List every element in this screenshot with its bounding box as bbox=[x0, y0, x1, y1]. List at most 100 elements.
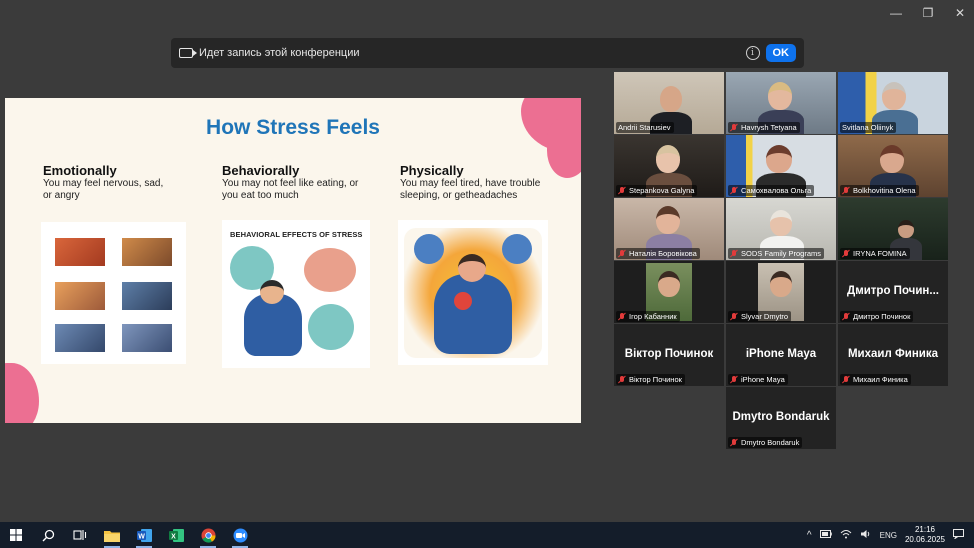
slide-title: How Stress Feels bbox=[206, 116, 380, 139]
participant-name-label: Dmytro Bondaruk bbox=[728, 437, 803, 448]
participant-name: Dmytro Bondaruk bbox=[741, 438, 800, 447]
muted-mic-icon bbox=[730, 123, 738, 132]
participant-name: Stepankova Galyna bbox=[629, 186, 695, 195]
participant-name-label: Slyvar Dmytro bbox=[728, 311, 792, 322]
participant-name: Самохвалова Ольга bbox=[741, 186, 812, 195]
task-view-icon[interactable] bbox=[64, 522, 96, 548]
info-icon[interactable]: i bbox=[745, 46, 760, 60]
illustration-frustrated bbox=[122, 238, 172, 266]
participant-name-label: Наталія Боровікова bbox=[616, 248, 700, 259]
column-emotionally: Emotionally You may feel nervous, sad, o… bbox=[43, 163, 213, 202]
participant-tile[interactable]: SODS Family Programs bbox=[726, 198, 836, 260]
participant-tile[interactable]: Михаил Финика Михаил Финика bbox=[838, 324, 948, 386]
shared-screen-slide: How Stress Feels Emotionally You may fee… bbox=[5, 98, 581, 423]
notifications-icon[interactable] bbox=[953, 529, 964, 541]
illustration-exhausted bbox=[122, 324, 172, 352]
participant-name: Дмитро Починок bbox=[853, 312, 911, 321]
battery-icon[interactable] bbox=[819, 530, 832, 540]
participant-face bbox=[898, 220, 914, 238]
ok-button[interactable]: OK bbox=[765, 44, 796, 62]
minimize-button[interactable]: — bbox=[890, 6, 902, 20]
show-hidden-icons-button[interactable]: ^ bbox=[807, 530, 812, 541]
emotional-illustrations bbox=[41, 222, 186, 364]
muted-mic-icon bbox=[730, 438, 738, 447]
participant-name: Ігор Кабанник bbox=[629, 312, 677, 321]
participant-face bbox=[770, 210, 792, 236]
svg-text:W: W bbox=[138, 533, 145, 540]
muted-mic-icon bbox=[730, 312, 738, 321]
file-explorer-icon[interactable] bbox=[96, 522, 128, 548]
close-button[interactable]: ✕ bbox=[954, 6, 966, 20]
participant-tile[interactable]: IRYNA FOMINA bbox=[838, 198, 948, 260]
recording-camera-icon bbox=[179, 48, 197, 58]
clock-date: 20.06.2025 bbox=[904, 535, 945, 544]
muted-mic-icon bbox=[842, 312, 850, 321]
participant-name-label: Самохвалова Ольга bbox=[728, 185, 815, 196]
language-indicator[interactable]: ENG bbox=[880, 531, 897, 540]
zoom-icon[interactable] bbox=[224, 522, 256, 548]
muted-mic-icon bbox=[842, 249, 850, 258]
illustration-heart bbox=[454, 292, 472, 310]
participant-tile-active-speaker[interactable]: Svitlana Oliinyk bbox=[838, 72, 948, 134]
search-icon[interactable] bbox=[32, 522, 64, 548]
participant-tile[interactable]: Дмитро Почин... Дмитро Починок bbox=[838, 261, 948, 323]
participant-face bbox=[656, 145, 680, 173]
participant-tile[interactable]: Наталія Боровікова bbox=[614, 198, 724, 260]
volume-icon[interactable] bbox=[860, 529, 872, 541]
wifi-icon[interactable] bbox=[840, 529, 852, 541]
participant-name-label: IRYNA FOMINA bbox=[840, 248, 910, 259]
column-heading: Emotionally bbox=[43, 163, 117, 178]
participant-face bbox=[880, 145, 904, 173]
excel-icon[interactable]: X bbox=[160, 522, 192, 548]
participant-display-name: Михаил Финика bbox=[847, 348, 939, 360]
physical-illustration bbox=[398, 220, 548, 365]
participant-tile[interactable]: Bolkhovitina Olena bbox=[838, 135, 948, 197]
participant-name-label: SODS Family Programs bbox=[728, 248, 825, 259]
clock[interactable]: 21:16 20.06.2025 bbox=[905, 525, 945, 545]
participant-tile[interactable]: Stepankova Galyna bbox=[614, 135, 724, 197]
behavioral-caption: BEHAVIORAL EFFECTS OF STRESS bbox=[230, 230, 363, 239]
participant-name: Andrii Starusiev bbox=[618, 123, 671, 132]
participant-face bbox=[770, 271, 792, 297]
chrome-icon[interactable] bbox=[192, 522, 224, 548]
illustration-angry bbox=[55, 238, 105, 266]
participant-tile[interactable]: Dmytro Bondaruk Dmytro Bondaruk bbox=[726, 387, 836, 449]
participant-name-label: Svitlana Oliinyk bbox=[840, 122, 897, 133]
participant-name: Havrysh Tetyana bbox=[741, 123, 797, 132]
participant-name: iPhone Maya bbox=[741, 375, 785, 384]
participant-name-label: iPhone Maya bbox=[728, 374, 788, 385]
participant-tile[interactable]: Slyvar Dmytro bbox=[726, 261, 836, 323]
participant-name: Михаил Финика bbox=[853, 375, 908, 384]
illustration-head bbox=[458, 254, 486, 282]
zoom-meeting-window: — ❐ ✕ Идет запись этой конференции i OK … bbox=[0, 0, 974, 548]
participant-name-label: Havrysh Tetyana bbox=[728, 122, 800, 133]
participant-name: Slyvar Dmytro bbox=[741, 312, 789, 321]
participant-name: IRYNA FOMINA bbox=[853, 249, 907, 258]
participant-tile[interactable]: Самохвалова Ольга bbox=[726, 135, 836, 197]
participant-name: Svitlana Oliinyk bbox=[842, 123, 894, 132]
restore-button[interactable]: ❐ bbox=[922, 6, 934, 20]
word-icon[interactable]: W bbox=[128, 522, 160, 548]
illustration-person bbox=[434, 274, 512, 354]
behavioral-illustration: BEHAVIORAL EFFECTS OF STRESS bbox=[222, 220, 370, 368]
participant-tile[interactable]: Ігор Кабанник bbox=[614, 261, 724, 323]
participant-tile[interactable]: Havrysh Tetyana bbox=[726, 72, 836, 134]
muted-mic-icon bbox=[730, 249, 738, 258]
column-heading: Behaviorally bbox=[222, 163, 300, 178]
system-tray: ^ ENG 21:16 20.06.2025 bbox=[807, 522, 974, 548]
illustration-head bbox=[260, 280, 284, 304]
participant-tile[interactable]: iPhone Maya iPhone Maya bbox=[726, 324, 836, 386]
windows-taskbar: W X ^ ENG 21:16 20.06.2025 bbox=[0, 522, 974, 548]
participant-display-name: Dmytro Bondaruk bbox=[732, 411, 830, 423]
start-icon[interactable] bbox=[0, 522, 32, 548]
participant-name-label: Bolkhovitina Olena bbox=[840, 185, 919, 196]
participant-name: Bolkhovitina Olena bbox=[853, 186, 916, 195]
participant-tile[interactable]: Віктор Починок Віктор Починок bbox=[614, 324, 724, 386]
decorative-blob bbox=[5, 363, 39, 423]
participant-tile[interactable]: Andrii Starusiev bbox=[614, 72, 724, 134]
illustration-nervous bbox=[55, 282, 105, 310]
muted-mic-icon bbox=[730, 375, 738, 384]
participant-display-name: Дмитро Почин... bbox=[847, 285, 939, 297]
column-behaviorally: Behaviorally You may not feel like eatin… bbox=[222, 163, 392, 202]
participant-name: Наталія Боровікова bbox=[629, 249, 697, 258]
